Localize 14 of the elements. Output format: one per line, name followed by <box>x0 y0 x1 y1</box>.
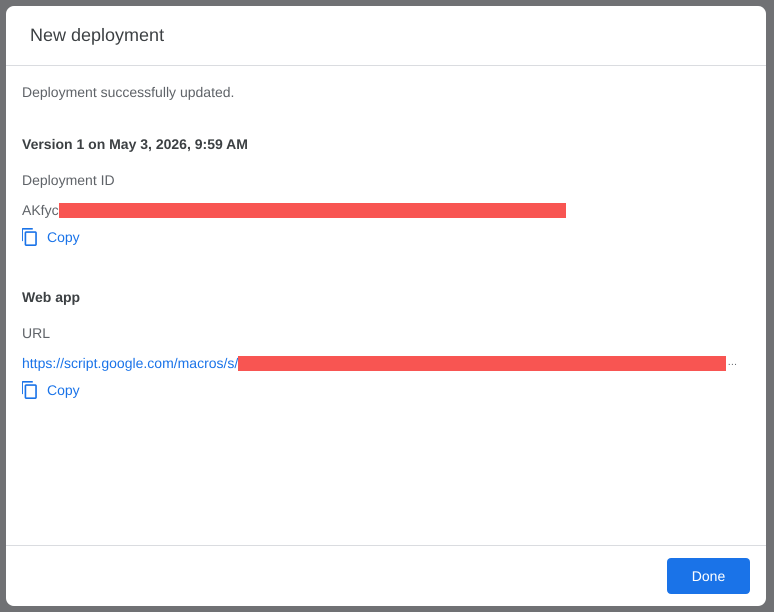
copy-icon <box>22 228 37 246</box>
copy-button[interactable]: Copy <box>22 227 80 247</box>
copy-button[interactable]: Copy <box>22 380 80 400</box>
ellipsis-text: … <box>727 356 738 370</box>
url-link[interactable]: https://script.google.com/macros/s/ <box>22 353 238 373</box>
dialog-title: New deployment <box>30 24 164 47</box>
version-heading: Version 1 on May 3, 2026, 9:59 AM <box>22 135 248 154</box>
field-label: URL <box>22 324 50 343</box>
done-button[interactable]: Done <box>667 558 750 594</box>
field-label: Deployment ID <box>22 171 115 190</box>
section-heading: Web app <box>22 288 80 307</box>
deployment-id-value: AKfyc <box>22 201 59 220</box>
status-message: Deployment successfully updated. <box>22 83 234 102</box>
copy-icon <box>22 381 37 399</box>
